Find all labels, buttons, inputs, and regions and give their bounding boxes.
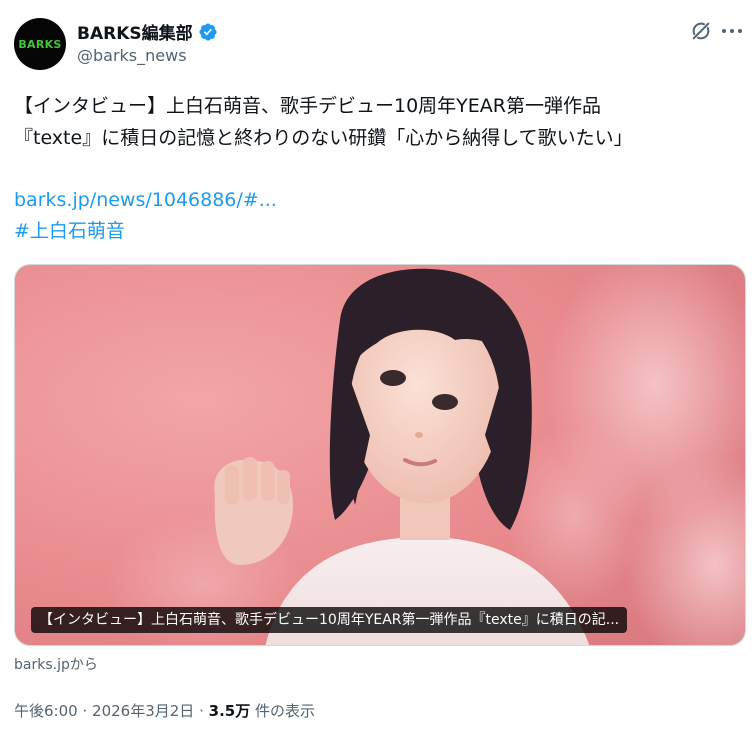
article-link[interactable]: barks.jp/news/1046886/#... [14, 184, 277, 216]
article-photo [15, 265, 745, 645]
tweet-text: 【インタビュー】上白石萌音、歌手デビュー10周年YEAR第一弾作品 『texte… [14, 90, 744, 154]
hashtag-link[interactable]: #上白石萌音 [14, 215, 125, 247]
card-source[interactable]: barks.jpから [14, 654, 98, 674]
more-dot [722, 29, 726, 33]
avatar-logo-text: BARKS [18, 37, 62, 51]
display-name[interactable]: BARKS編集部 [77, 19, 193, 44]
tweet-date[interactable]: 2026年3月2日 [92, 702, 194, 720]
tweet-time[interactable]: 午後6:00 [14, 702, 78, 720]
views-label: 件の表示 [255, 702, 316, 720]
more-dot [738, 29, 742, 33]
tweet-meta: 午後6:00 · 2026年3月2日 · 3.5万 件の表示 [14, 700, 315, 721]
grok-icon[interactable] [690, 20, 712, 42]
meta-separator: · [199, 702, 204, 720]
tweet-text-line: 【インタビュー】上白石萌音、歌手デビュー10周年YEAR第一弾作品 [14, 95, 601, 117]
author-handle[interactable]: @barks_news [77, 46, 187, 65]
tweet-text-line: 『texte』に積日の記憶と終わりのない研鑽「心から納得して歌いたい」 [14, 127, 633, 149]
avatar[interactable]: BARKS [14, 18, 66, 70]
link-preview-card[interactable]: 【インタビュー】上白石萌音、歌手デビュー10周年YEAR第一弾作品『texte』… [14, 264, 746, 646]
views-count: 3.5万 [208, 702, 251, 720]
meta-separator: · [82, 702, 88, 720]
verified-badge-icon [199, 22, 217, 41]
more-options-icon[interactable] [722, 20, 742, 42]
card-caption: 【インタビュー】上白石萌音、歌手デビュー10周年YEAR第一弾作品『texte』… [31, 607, 628, 633]
more-dot [730, 29, 734, 33]
author-name-row: BARKS編集部 [77, 19, 218, 44]
